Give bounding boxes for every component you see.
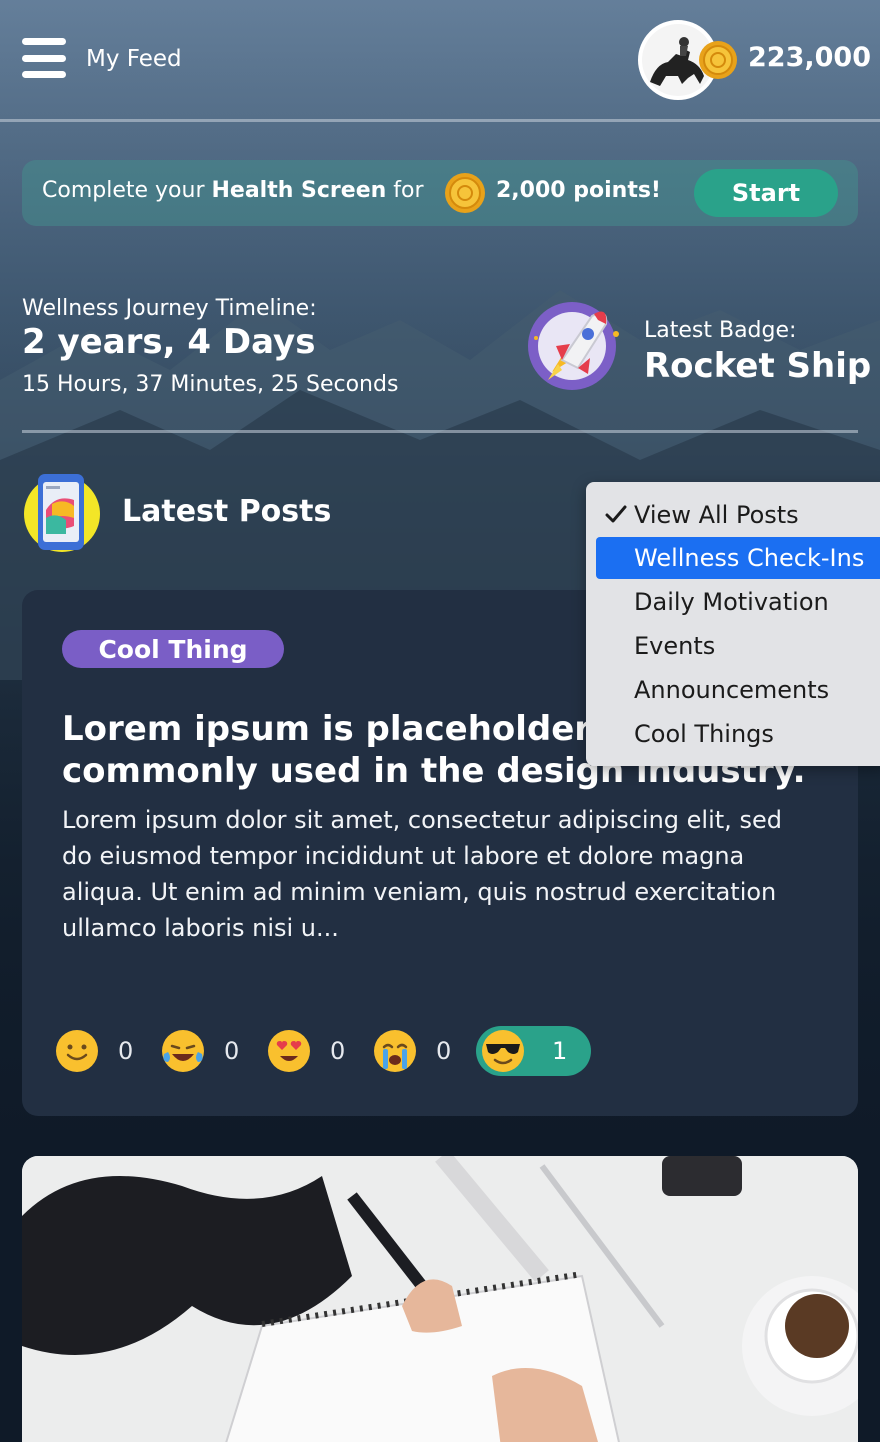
timeline-label: Wellness Journey Timeline: — [22, 296, 317, 321]
health-screen-banner: Complete your Health Screen for 2,000 po… — [22, 160, 858, 226]
banner-emphasis: Health Screen — [211, 178, 387, 203]
menu-item-events[interactable]: Events — [596, 625, 880, 667]
post-category-tag[interactable]: Cool Thing — [62, 630, 284, 668]
phone-posts-icon — [24, 474, 100, 552]
banner-message: Complete your Health Screen for — [42, 178, 424, 203]
reaction-laugh[interactable]: 0 — [160, 1026, 239, 1076]
menu-item-wellness-check-ins[interactable]: Wellness Check-Ins — [596, 537, 880, 579]
post-image[interactable] — [22, 1156, 858, 1442]
heart-eyes-emoji-icon — [268, 1030, 310, 1072]
menu-item-label: Wellness Check-Ins — [634, 544, 865, 572]
reaction-sunglasses[interactable]: 1 — [476, 1026, 592, 1076]
reaction-count: 0 — [436, 1037, 452, 1065]
start-button[interactable]: Start — [694, 169, 838, 217]
hamburger-menu-icon[interactable] — [22, 38, 66, 78]
reaction-heart-eyes[interactable]: 0 — [266, 1026, 345, 1076]
reaction-count: 1 — [552, 1037, 568, 1065]
banner-prefix: Complete your — [42, 178, 212, 203]
calendar-desk-photo — [22, 1156, 858, 1442]
page-title: My Feed — [86, 46, 182, 72]
menu-item-label: View All Posts — [634, 501, 799, 529]
rocket-ship-badge-icon — [528, 302, 619, 390]
reaction-count: 0 — [118, 1037, 134, 1065]
timeline-duration: 2 years, 4 Days — [22, 322, 316, 362]
app-header: My Feed 223,000 — [0, 0, 880, 122]
badge-name: Rocket Ship — [644, 346, 872, 386]
menu-item-daily-motivation[interactable]: Daily Motivation — [596, 581, 880, 623]
coin-icon — [445, 173, 485, 213]
menu-item-cool-things[interactable]: Cool Things — [596, 713, 880, 755]
coin-icon — [699, 41, 737, 79]
menu-item-label: Events — [634, 632, 716, 660]
post-filter-menu[interactable]: View All Posts Wellness Check-Ins Daily … — [586, 482, 880, 766]
banner-suffix: for — [386, 178, 424, 203]
checkmark-icon — [605, 505, 627, 523]
menu-item-label: Daily Motivation — [634, 588, 829, 616]
menu-item-label: Cool Things — [634, 720, 774, 748]
menu-item-view-all-posts[interactable]: View All Posts — [596, 494, 880, 536]
latest-posts-title: Latest Posts — [122, 494, 332, 529]
reaction-count: 0 — [224, 1037, 240, 1065]
banner-points: 2,000 points! — [496, 178, 661, 203]
reaction-smile[interactable]: 0 — [54, 1026, 133, 1076]
reaction-count: 0 — [330, 1037, 346, 1065]
menu-item-announcements[interactable]: Announcements — [596, 669, 880, 711]
badge-label: Latest Badge: — [644, 318, 797, 343]
reaction-crying[interactable]: 0 — [372, 1026, 451, 1076]
section-divider — [22, 430, 858, 433]
crying-emoji-icon — [374, 1030, 416, 1072]
sunglasses-emoji-icon — [482, 1030, 524, 1072]
laughing-tears-emoji-icon — [162, 1030, 204, 1072]
points-balance: 223,000 — [748, 42, 871, 73]
timeline-detail: 15 Hours, 37 Minutes, 25 Seconds — [22, 372, 399, 397]
reaction-bar: 0 0 0 0 1 — [54, 1026, 614, 1076]
menu-item-label: Announcements — [634, 676, 830, 704]
post-excerpt: Lorem ipsum dolor sit amet, consectetur … — [62, 806, 782, 942]
smile-emoji-icon — [56, 1030, 98, 1072]
